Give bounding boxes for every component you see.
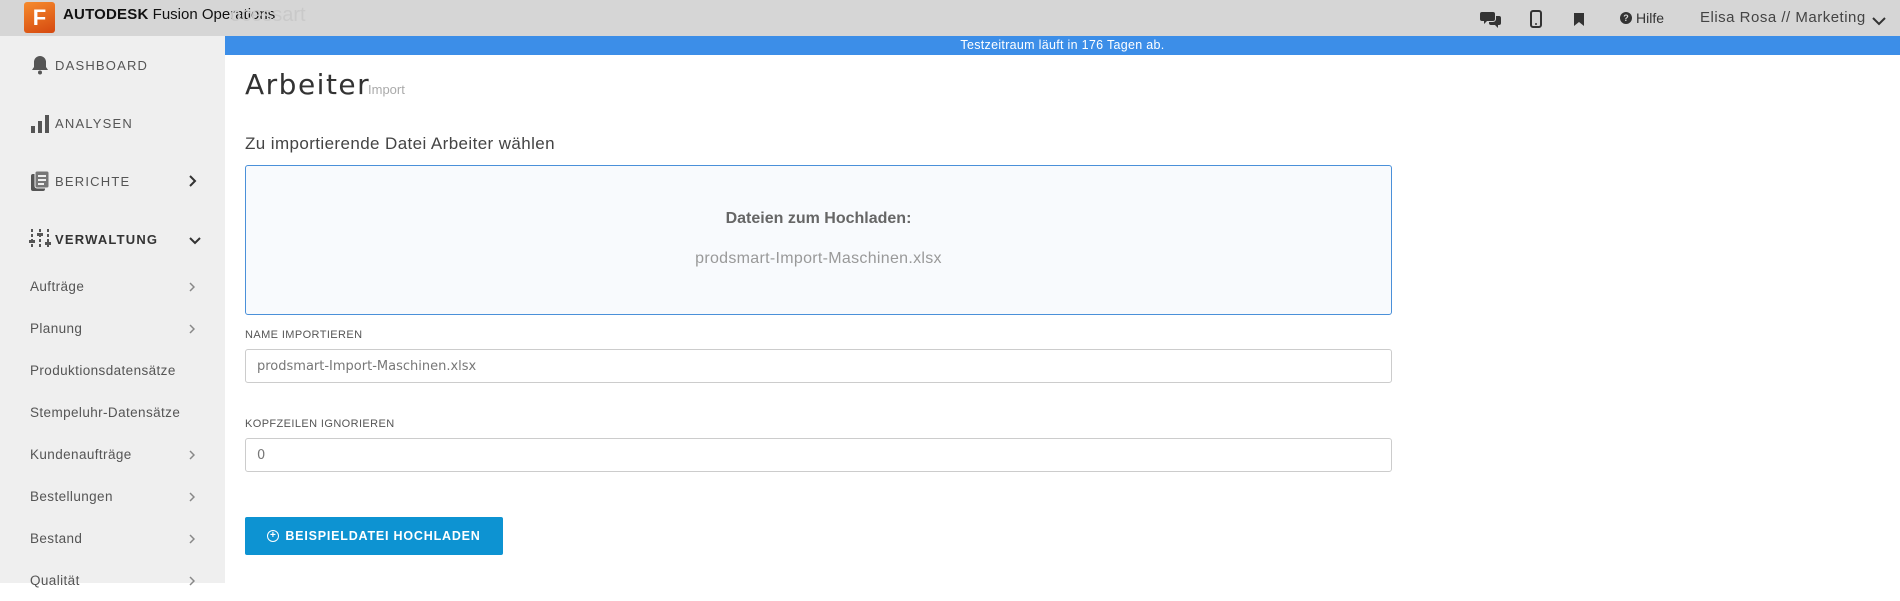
chat-icon[interactable]: [1480, 8, 1502, 30]
help-link[interactable]: ? Hilfe: [1620, 10, 1664, 26]
section-heading: Zu importierende Datei Arbeiter wählen: [245, 134, 556, 153]
sidebar-item-label: ANALYSEN: [55, 115, 133, 131]
help-icon: ?: [1620, 12, 1632, 24]
bell-icon: [29, 54, 51, 76]
chevron-down-icon: [189, 230, 201, 249]
sidebar-item-label: Bestand: [30, 530, 83, 546]
sidebar-subitem-produktionsdatensaetze[interactable]: Produktionsdatensätze: [0, 349, 225, 391]
sidebar-subitem-bestand[interactable]: Bestand: [0, 517, 225, 559]
brand-watermark: ocessart: [230, 4, 306, 26]
logo-letter: F: [32, 4, 47, 30]
chevron-right-icon: [189, 529, 196, 548]
chevron-right-icon: [189, 445, 196, 464]
plus-circle-icon: +: [267, 530, 280, 542]
sidebar-item-label: Produktionsdatensätze: [30, 362, 176, 378]
app-logo[interactable]: F: [24, 2, 55, 33]
sidebar-item-label: Qualität: [30, 572, 80, 588]
sidebar-item-label: DASHBOARD: [55, 57, 149, 73]
sidebar-item-label: Bestellungen: [30, 488, 113, 504]
trial-banner: Testzeitraum läuft in 176 Tagen ab.: [225, 36, 1900, 55]
sidebar-item-label: Stempeluhr-Datensätze: [30, 404, 181, 420]
header-rows-label: KOPFZEILEN IGNORIEREN: [245, 418, 395, 430]
sidebar-item-dashboard[interactable]: DASHBOARD: [0, 36, 225, 94]
chevron-down-icon[interactable]: [1872, 11, 1886, 30]
chevron-right-icon: [189, 277, 196, 296]
file-dropzone[interactable]: Dateien zum Hochladen: prodsmart-Import-…: [245, 165, 1392, 315]
sidebar-subitem-planung[interactable]: Planung: [0, 307, 225, 349]
sidebar-item-label: Planung: [30, 320, 83, 336]
page-title: Arbeiter: [245, 68, 371, 101]
sliders-icon: [29, 228, 51, 250]
top-bar: F AUTODESK Fusion Operations ocessart ? …: [0, 0, 1900, 36]
page-subtitle: Import: [368, 82, 405, 97]
sidebar-subitem-auftraege[interactable]: Aufträge: [0, 265, 225, 307]
bookmark-icon[interactable]: [1568, 8, 1590, 30]
sidebar-subitem-stempeluhr[interactable]: Stempeluhr-Datensätze: [0, 391, 225, 433]
sidebar-item-label: VERWALTUNG: [55, 231, 159, 247]
sidebar-subitem-kundenauftraege[interactable]: Kundenaufträge: [0, 433, 225, 475]
sidebar-item-label: Kundenaufträge: [30, 446, 132, 462]
mobile-icon[interactable]: [1525, 8, 1547, 30]
sidebar-item-label: Aufträge: [30, 278, 85, 294]
chevron-right-icon: [189, 319, 196, 338]
upload-button-label: BEISPIELDATEI HOCHLADEN: [285, 529, 481, 543]
chevron-right-icon: [189, 571, 196, 590]
upload-sample-file-button[interactable]: + BEISPIELDATEI HOCHLADEN: [245, 517, 503, 555]
sidebar-item-analysen[interactable]: ANALYSEN: [0, 94, 225, 152]
report-icon: [29, 170, 51, 192]
sidebar-item-label: BERICHTE: [55, 173, 131, 189]
sidebar-subitem-qualitaet[interactable]: Qualität: [0, 559, 225, 601]
sidebar-item-berichte[interactable]: BERICHTE: [0, 152, 225, 210]
bar-chart-icon: [29, 112, 51, 134]
sidebar-item-verwaltung[interactable]: VERWALTUNG: [0, 210, 225, 268]
dropzone-title: Dateien zum Hochladen:: [725, 210, 912, 227]
sidebar-subitem-bestellungen[interactable]: Bestellungen: [0, 475, 225, 517]
chevron-right-icon: [189, 487, 196, 506]
chevron-right-icon: [189, 172, 197, 191]
import-name-input[interactable]: [245, 349, 1392, 383]
brand-company: AUTODESK: [63, 6, 149, 23]
import-name-label: NAME IMPORTIEREN: [245, 329, 363, 341]
help-label: Hilfe: [1636, 10, 1665, 26]
user-menu[interactable]: Elisa Rosa // Marketing: [1700, 9, 1866, 26]
sidebar: DASHBOARD ANALYSEN BERICHTE VERWALTUNG A…: [0, 36, 225, 588]
header-rows-input[interactable]: [245, 438, 1392, 472]
dropzone-filename: prodsmart-Import-Maschinen.xlsx: [695, 250, 942, 267]
